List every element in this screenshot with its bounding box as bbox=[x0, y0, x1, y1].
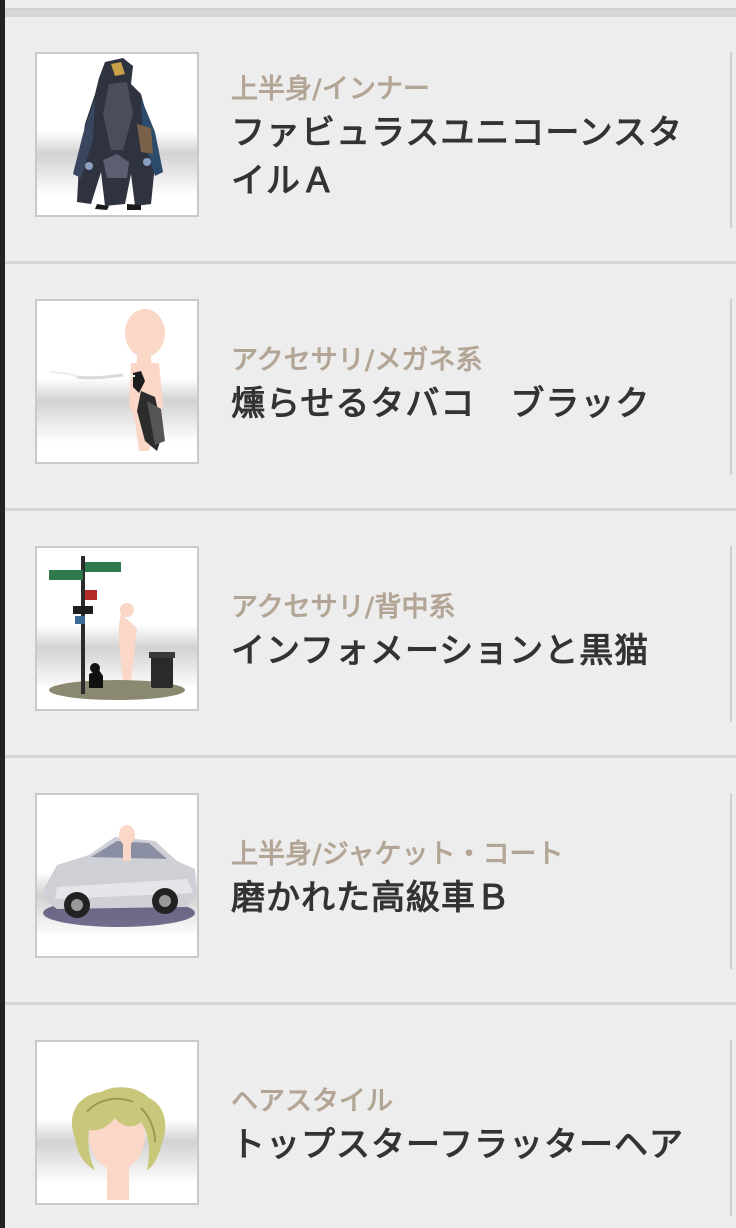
item-text: アクセサリ/背中系 インフォメーションと黒猫 bbox=[231, 511, 701, 755]
street-sign-cat-icon bbox=[49, 556, 185, 700]
cigarette-icon bbox=[50, 309, 165, 451]
blonde-hair-icon bbox=[71, 1087, 166, 1200]
item-name: トップスターフラッターヘア bbox=[231, 1125, 684, 1165]
unicorn-costume-thumbnail bbox=[35, 52, 199, 217]
item-text: 上半身/ジャケット・コート 磨かれた高級車Ｂ bbox=[231, 758, 701, 1002]
item-list-page: 上半身/インナー ファビュラスユニコーンスタイルＡ アクセサリ/メガネ系 燻らせ… bbox=[5, 0, 736, 1228]
luxury-car-thumbnail bbox=[35, 793, 199, 958]
item-category: アクセサリ/背中系 bbox=[231, 592, 456, 623]
item-category: ヘアスタイル bbox=[231, 1086, 393, 1117]
list-item[interactable]: 上半身/インナー ファビュラスユニコーンスタイルＡ bbox=[5, 17, 736, 261]
item-text: 上半身/インナー ファビュラスユニコーンスタイルＡ bbox=[231, 17, 701, 261]
item-name: インフォメーションと黒猫 bbox=[231, 631, 650, 671]
right-divider bbox=[730, 52, 732, 228]
item-name: 磨かれた高級車Ｂ bbox=[231, 878, 511, 918]
list-item[interactable]: 上半身/ジャケット・コート 磨かれた高級車Ｂ bbox=[5, 758, 736, 1002]
item-name: 燻らせるタバコ ブラック bbox=[231, 384, 651, 424]
street-sign-cat-thumbnail bbox=[35, 546, 199, 711]
item-category: 上半身/ジャケット・コート bbox=[231, 839, 564, 870]
item-name: ファビュラスユニコーンスタイルＡ bbox=[231, 113, 683, 201]
top-divider bbox=[5, 0, 736, 10]
luxury-car-icon bbox=[43, 825, 197, 927]
list-item[interactable]: アクセサリ/メガネ系 燻らせるタバコ ブラック bbox=[5, 264, 736, 508]
item-category: アクセサリ/メガネ系 bbox=[231, 345, 483, 376]
item-category: 上半身/インナー bbox=[231, 74, 430, 105]
blonde-hair-thumbnail bbox=[35, 1040, 199, 1205]
item-text: アクセサリ/メガネ系 燻らせるタバコ ブラック bbox=[231, 264, 701, 508]
cigarette-thumbnail bbox=[35, 299, 199, 464]
list-item[interactable]: アクセサリ/背中系 インフォメーションと黒猫 bbox=[5, 511, 736, 755]
item-list: 上半身/インナー ファビュラスユニコーンスタイルＡ アクセサリ/メガネ系 燻らせ… bbox=[5, 17, 736, 1228]
item-text: ヘアスタイル トップスターフラッターヘア bbox=[231, 1005, 701, 1228]
list-item[interactable]: ヘアスタイル トップスターフラッターヘア bbox=[5, 1005, 736, 1228]
right-divider bbox=[730, 299, 732, 475]
right-divider bbox=[730, 546, 732, 722]
right-divider bbox=[730, 1040, 732, 1216]
unicorn-costume-icon bbox=[73, 58, 163, 210]
right-divider bbox=[730, 793, 732, 969]
